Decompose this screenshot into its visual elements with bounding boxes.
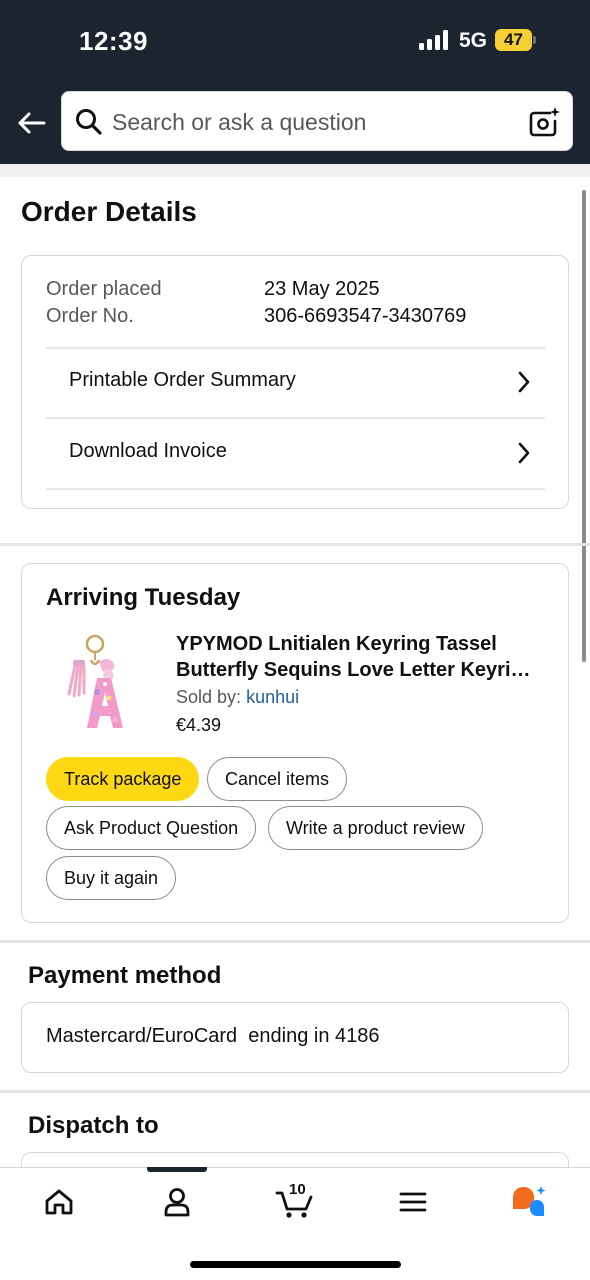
header-shadow xyxy=(0,164,590,177)
payment-method-card: Mastercard/EuroCard ending in 4186 xyxy=(21,1002,569,1073)
search-input[interactable] xyxy=(112,100,512,144)
section-separator xyxy=(0,1090,590,1093)
header: 12:39 5G 47 xyxy=(0,0,590,164)
active-tab-indicator xyxy=(147,1167,207,1172)
search-bar[interactable] xyxy=(61,91,573,151)
product-title-line-2: Butterfly Sequins Love Letter Keyri… xyxy=(176,659,531,681)
tab-menu[interactable] xyxy=(383,1180,443,1224)
search-icon xyxy=(76,109,102,135)
product-price: €4.39 xyxy=(176,715,222,735)
tab-assistant[interactable] xyxy=(499,1180,559,1224)
person-icon xyxy=(164,1188,190,1217)
status-time: 12:39 xyxy=(79,26,148,56)
network-type: 5G xyxy=(459,29,488,52)
sold-by: Sold by: kunhui xyxy=(176,687,299,708)
arrow-left-icon xyxy=(18,112,46,134)
cancel-items-button[interactable]: Cancel items xyxy=(207,757,348,801)
battery-level: 47 xyxy=(495,29,532,51)
payment-method-title: Payment method xyxy=(28,962,222,989)
chevron-right-icon xyxy=(518,442,530,464)
section-separator xyxy=(0,940,590,943)
assistant-icon xyxy=(513,1186,546,1216)
printable-order-summary-label: Printable Order Summary xyxy=(69,369,296,391)
order-placed-label: Order placed xyxy=(46,278,162,300)
page-title: Order Details xyxy=(21,196,197,227)
download-invoice-link[interactable]: Download Invoice xyxy=(46,420,545,486)
download-invoice-label: Download Invoice xyxy=(69,440,227,462)
signal-strength-icon xyxy=(419,30,451,50)
scrollbar[interactable] xyxy=(582,190,586,662)
dispatch-to-title: Dispatch to xyxy=(28,1112,159,1139)
product-title[interactable]: YPYMOD Lnitialen Keyring Tassel Butterfl… xyxy=(176,631,548,683)
tab-home[interactable] xyxy=(29,1180,89,1224)
buy-again-button[interactable]: Buy it again xyxy=(46,856,177,900)
home-indicator[interactable] xyxy=(190,1261,401,1268)
order-info-card: Order placed 23 May 2025 Order No. 306-6… xyxy=(21,255,569,509)
shipment-card: Arriving Tuesday YPYMOD Lnitialen Keyrin… xyxy=(21,563,569,923)
battery-icon: 47 xyxy=(495,29,536,51)
divider xyxy=(46,488,545,490)
seller-link[interactable]: kunhui xyxy=(246,687,299,707)
write-review-button[interactable]: Write a product review xyxy=(268,806,483,850)
order-number-label: Order No. xyxy=(46,305,134,327)
back-button[interactable] xyxy=(12,104,50,142)
sold-by-label: Sold by: xyxy=(176,687,242,707)
payment-method-text: Mastercard/EuroCard ending in 4186 xyxy=(46,1025,380,1047)
divider xyxy=(46,417,545,419)
order-number-value: 306-6693547-3430769 xyxy=(264,305,467,327)
printable-order-summary-link[interactable]: Printable Order Summary xyxy=(46,349,545,415)
order-placed-value: 23 May 2025 xyxy=(264,278,380,300)
cart-count-badge: 10 xyxy=(289,1181,306,1198)
ask-product-question-button[interactable]: Ask Product Question xyxy=(46,806,257,850)
track-package-button[interactable]: Track package xyxy=(46,757,200,801)
tab-account[interactable] xyxy=(147,1180,207,1224)
product-image[interactable] xyxy=(47,632,147,732)
product-title-line-1: YPYMOD Lnitialen Keyring Tassel xyxy=(176,633,497,655)
camera-icon[interactable] xyxy=(528,106,560,138)
hamburger-menu-icon xyxy=(399,1192,427,1212)
section-separator xyxy=(0,543,590,546)
delivery-status: Arriving Tuesday xyxy=(46,584,241,611)
home-icon xyxy=(45,1189,73,1215)
chevron-right-icon xyxy=(518,371,530,393)
